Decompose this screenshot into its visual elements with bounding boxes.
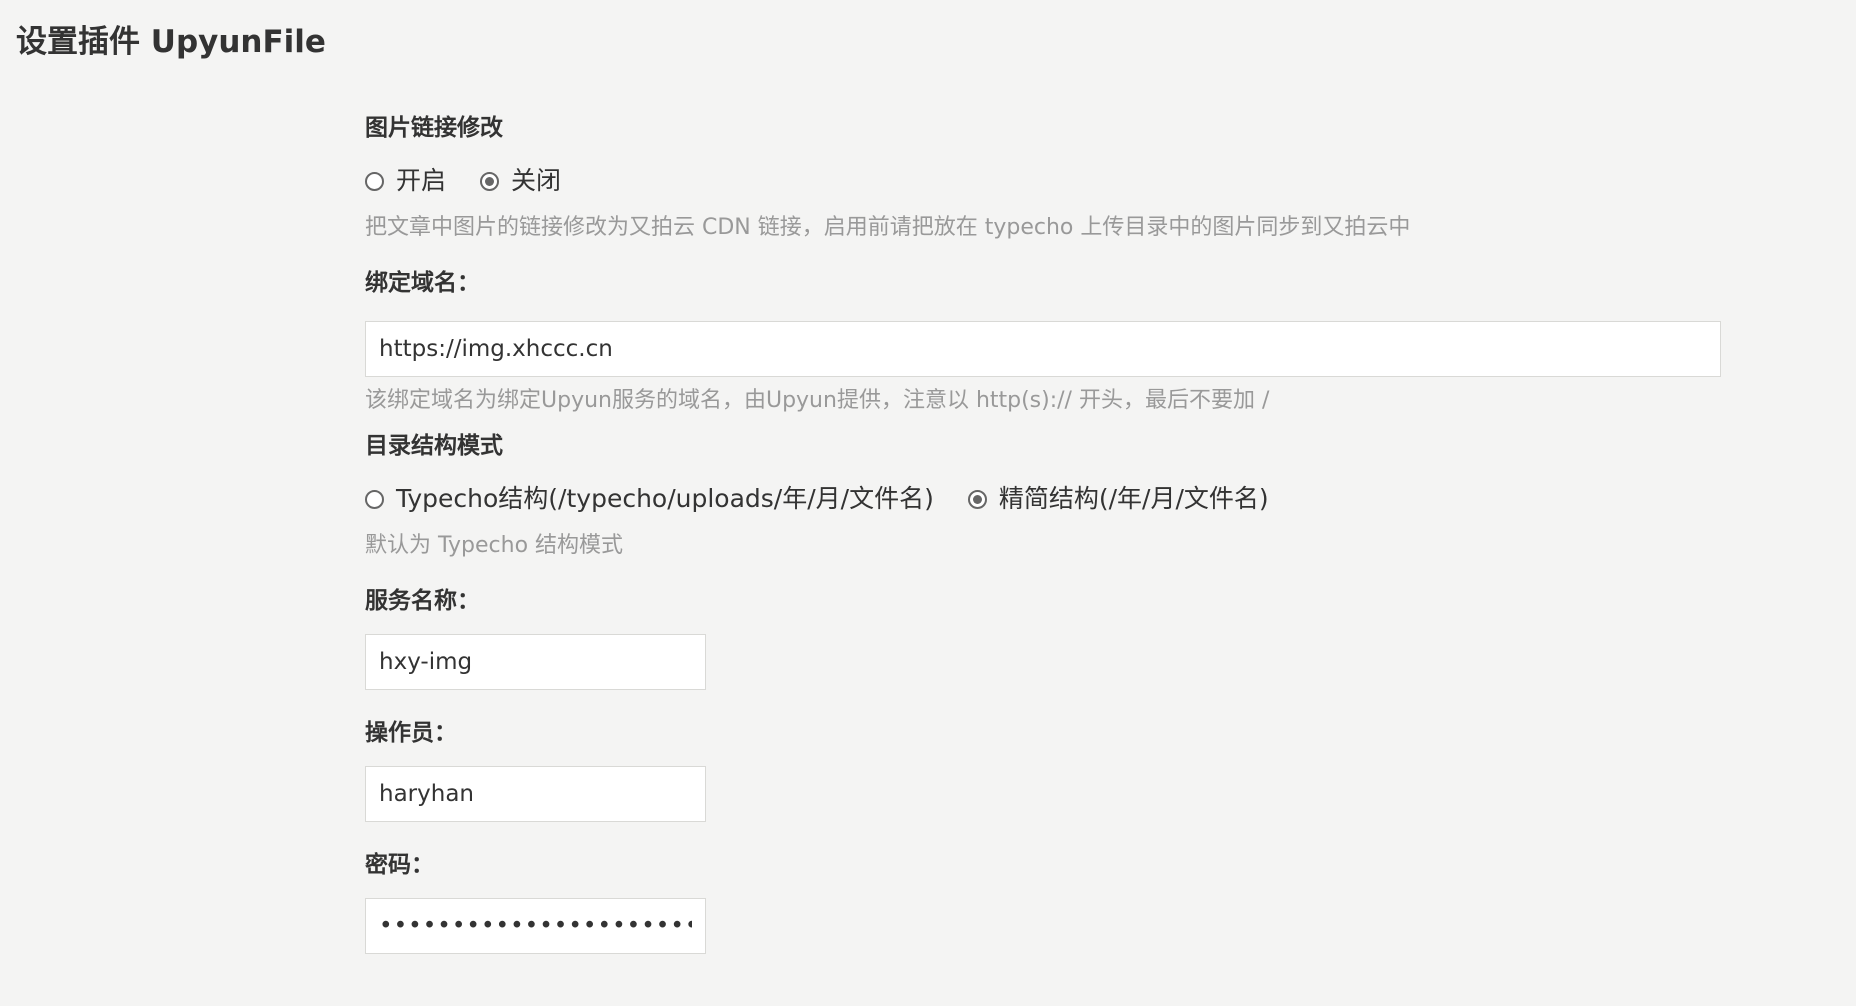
directory-mode-label: 目录结构模式 (365, 433, 503, 459)
image-link-field: 图片链接修改 开启 关闭 把文章中图片的链接修改为又拍云 CDN 链接，启用前请… (365, 100, 1721, 255)
directory-mode-description: 默认为 Typecho 结构模式 (365, 533, 624, 558)
password-label: 密码： (365, 852, 434, 878)
operator-label: 操作员： (365, 720, 457, 746)
radio-checked-icon[interactable] (967, 489, 987, 509)
service-name-label: 服务名称： (365, 588, 480, 614)
image-link-disable-label[interactable]: 关闭 (511, 165, 561, 197)
operator-input[interactable] (365, 766, 706, 822)
image-link-description: 把文章中图片的链接修改为又拍云 CDN 链接，启用前请把放在 typecho 上… (365, 215, 1411, 240)
domain-description: 该绑定域名为绑定Upyun服务的域名，由Upyun提供，注意以 http(s):… (365, 388, 1270, 413)
radio-checked-icon[interactable] (480, 171, 500, 191)
radio-unchecked-icon[interactable] (365, 171, 384, 191)
domain-input[interactable] (365, 321, 1721, 377)
password-field: 密码： (365, 837, 1721, 969)
directory-mode-typecho-radio[interactable]: Typecho结构(/typecho/uploads/年/月/文件名) (365, 483, 934, 515)
domain-label: 绑定域名： (365, 270, 480, 296)
image-link-radio-group: 开启 关闭 (365, 156, 1721, 206)
password-input[interactable] (365, 898, 706, 954)
service-name-input[interactable] (365, 634, 706, 690)
directory-mode-simple-label[interactable]: 精简结构(/年/月/文件名) (999, 483, 1269, 515)
directory-mode-field: 目录结构模式 Typecho结构(/typecho/uploads/年/月/文件… (365, 418, 1721, 573)
directory-mode-typecho-label[interactable]: Typecho结构(/typecho/uploads/年/月/文件名) (396, 483, 934, 515)
plugin-settings-form: 图片链接修改 开启 关闭 把文章中图片的链接修改为又拍云 CDN 链接，启用前请… (365, 100, 1721, 969)
service-name-field: 服务名称： (365, 573, 1721, 705)
image-link-enable-radio[interactable]: 开启 (365, 165, 446, 197)
page-title: 设置插件 UpyunFile (16, 24, 326, 60)
image-link-label: 图片链接修改 (365, 115, 503, 141)
image-link-disable-radio[interactable]: 关闭 (480, 165, 561, 197)
operator-field: 操作员： (365, 705, 1721, 837)
directory-mode-simple-radio[interactable]: 精简结构(/年/月/文件名) (967, 483, 1269, 515)
image-link-enable-label[interactable]: 开启 (396, 165, 446, 197)
radio-unchecked-icon[interactable] (365, 489, 384, 509)
domain-field: 绑定域名： 该绑定域名为绑定Upyun服务的域名，由Upyun提供，注意以 ht… (365, 255, 1721, 418)
directory-mode-radio-group: Typecho结构(/typecho/uploads/年/月/文件名) 精简结构… (365, 474, 1721, 524)
